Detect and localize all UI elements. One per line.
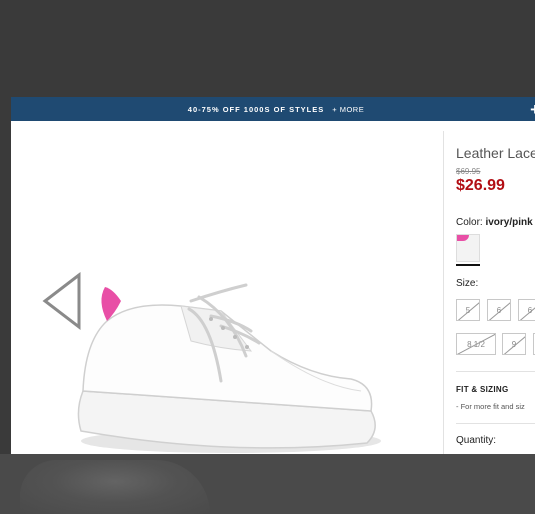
color-label: Color: ivory/pink bbox=[456, 217, 533, 228]
size-option-8-1-2[interactable]: 8 1/2 bbox=[456, 333, 496, 355]
color-label-text: Color: bbox=[456, 217, 486, 228]
fit-sizing-heading[interactable]: FIT & SIZING bbox=[456, 385, 509, 394]
size-option-5[interactable]: 5 bbox=[456, 299, 480, 321]
size-option-9[interactable]: 9 bbox=[502, 333, 526, 355]
quick-view-modal: 40-75% OFF 1000S OF STYLES + MORE + bbox=[11, 97, 535, 454]
size-option-6[interactable]: 6 bbox=[487, 299, 511, 321]
section-divider bbox=[456, 371, 535, 372]
original-price: $69.95 bbox=[456, 167, 481, 176]
fit-sizing-text: - For more fit and siz bbox=[456, 402, 525, 411]
product-details-panel: Leather Lace $69.95 $26.99 Color: ivory/… bbox=[456, 121, 535, 454]
product-image-area bbox=[11, 121, 443, 454]
product-title: Leather Lace bbox=[456, 145, 535, 161]
quantity-label: Quantity: bbox=[456, 435, 497, 446]
sale-price: $26.99 bbox=[456, 177, 505, 194]
panel-divider bbox=[443, 131, 444, 454]
blurred-background-shoe bbox=[20, 460, 210, 514]
swatch-selected-indicator bbox=[456, 264, 480, 266]
section-divider bbox=[456, 423, 535, 424]
size-label: Size: bbox=[456, 278, 479, 289]
promo-text: 40-75% OFF 1000S OF STYLES bbox=[187, 104, 325, 114]
size-option-6-5[interactable]: 6 bbox=[518, 299, 535, 321]
promo-more-link[interactable]: + MORE bbox=[332, 105, 364, 114]
product-image-sneaker bbox=[77, 283, 381, 453]
color-swatch-ivory-pink[interactable] bbox=[456, 234, 480, 262]
promo-banner[interactable]: 40-75% OFF 1000S OF STYLES + MORE + bbox=[11, 97, 535, 121]
color-value: ivory/pink bbox=[485, 217, 533, 228]
close-icon[interactable]: + bbox=[530, 100, 535, 120]
